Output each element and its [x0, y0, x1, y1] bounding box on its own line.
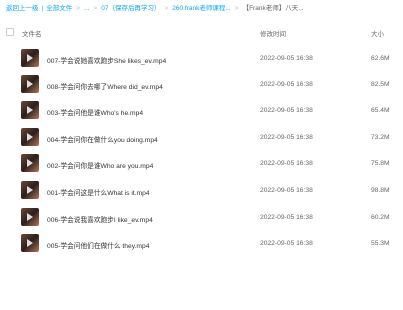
file-modified: 2022-09-05 16:38: [260, 214, 313, 221]
file-row[interactable]: 001-学会问这是什么What is it.mp4 2022-09-05 16:…: [0, 178, 403, 204]
video-thumbnail: [21, 49, 39, 67]
file-modified: 2022-09-05 16:38: [260, 240, 313, 247]
play-icon: [27, 80, 33, 88]
file-size: 75.8M: [371, 160, 390, 167]
video-thumbnail: [21, 154, 39, 172]
column-header-size[interactable]: 大小: [371, 28, 384, 38]
play-icon: [27, 159, 33, 167]
file-name[interactable]: 004-学会问你在做什么you doing.mp4: [47, 134, 158, 144]
file-row[interactable]: 004-学会问你在做什么you doing.mp4 2022-09-05 16:…: [0, 125, 403, 151]
file-size: 62.6M: [371, 55, 390, 62]
file-name[interactable]: 005-学会问他们在做什么 they.mp4: [47, 240, 149, 250]
file-modified: 2022-09-05 16:38: [260, 55, 313, 62]
file-row[interactable]: 006-学会说我喜欢跑步I like_ev.mp4 2022-09-05 16:…: [0, 205, 403, 231]
select-all-checkbox[interactable]: [6, 28, 14, 36]
back-link[interactable]: 返回上一级: [6, 5, 39, 13]
file-row[interactable]: 008-学会问你去哪了Where did_ev.mp4 2022-09-05 1…: [0, 72, 403, 98]
file-size: 82.5M: [371, 81, 390, 88]
file-size: 65.4M: [371, 107, 390, 114]
play-icon: [27, 106, 33, 114]
breadcrumb-item-ellipsis[interactable]: ...: [84, 5, 89, 13]
breadcrumb-item-07[interactable]: 07（保存后再学习）: [101, 5, 160, 13]
file-name[interactable]: 007-学会说她喜欢跑步She likes_ev.mp4: [47, 55, 166, 65]
breadcrumb: 返回上一级 | 全部文件 > ... > 07（保存后再学习） > 260.fr…: [6, 5, 403, 13]
breadcrumb-item-all-files[interactable]: 全部文件: [46, 5, 72, 13]
play-icon: [27, 239, 33, 247]
video-thumbnail: [21, 181, 39, 199]
file-row[interactable]: 003-学会问他是谁Who's he.mp4 2022-09-05 16:38 …: [0, 98, 403, 124]
file-size: 98.8M: [371, 187, 390, 194]
play-icon: [27, 186, 33, 194]
file-name[interactable]: 006-学会说我喜欢跑步I like_ev.mp4: [47, 214, 153, 224]
play-icon: [27, 133, 33, 141]
breadcrumb-item-current: 【Frank老师】八天...: [242, 5, 304, 12]
play-icon: [27, 54, 33, 62]
file-name[interactable]: 003-学会问他是谁Who's he.mp4: [47, 107, 143, 117]
video-thumbnail: [21, 128, 39, 146]
video-thumbnail: [21, 208, 39, 226]
video-thumbnail: [21, 101, 39, 119]
breadcrumb-separator: >: [76, 5, 80, 12]
file-modified: 2022-09-05 16:38: [260, 160, 313, 167]
file-size: 60.2M: [371, 214, 390, 221]
breadcrumb-separator: >: [164, 5, 169, 12]
file-list-header: 文件名 修改时间 大小: [0, 24, 403, 40]
file-modified: 2022-09-05 16:38: [260, 81, 313, 88]
breadcrumb-separator: >: [234, 5, 239, 12]
column-header-name[interactable]: 文件名: [22, 28, 42, 38]
column-header-modified[interactable]: 修改时间: [260, 28, 286, 38]
file-name[interactable]: 002-学会问你是谁Who are you.mp4: [47, 160, 153, 170]
breadcrumb-separator: >: [93, 5, 98, 12]
file-row[interactable]: 007-学会说她喜欢跑步She likes_ev.mp4 2022-09-05 …: [0, 46, 403, 72]
video-thumbnail: [21, 234, 39, 252]
breadcrumb-divider: |: [41, 5, 44, 12]
file-name[interactable]: 008-学会问你去哪了Where did_ev.mp4: [47, 81, 163, 91]
file-row[interactable]: 002-学会问你是谁Who are you.mp4 2022-09-05 16:…: [0, 151, 403, 177]
file-modified: 2022-09-05 16:38: [260, 107, 313, 114]
file-size: 73.2M: [371, 134, 390, 141]
file-modified: 2022-09-05 16:38: [260, 187, 313, 194]
file-name[interactable]: 001-学会问这是什么What is it.mp4: [47, 187, 150, 197]
video-thumbnail: [21, 75, 39, 93]
play-icon: [27, 213, 33, 221]
file-size: 55.3M: [371, 240, 390, 247]
file-modified: 2022-09-05 16:38: [260, 134, 313, 141]
breadcrumb-item-260[interactable]: 260.frank老师课程...: [172, 5, 231, 13]
file-row[interactable]: 005-学会问他们在做什么 they.mp4 2022-09-05 16:38 …: [0, 231, 403, 257]
